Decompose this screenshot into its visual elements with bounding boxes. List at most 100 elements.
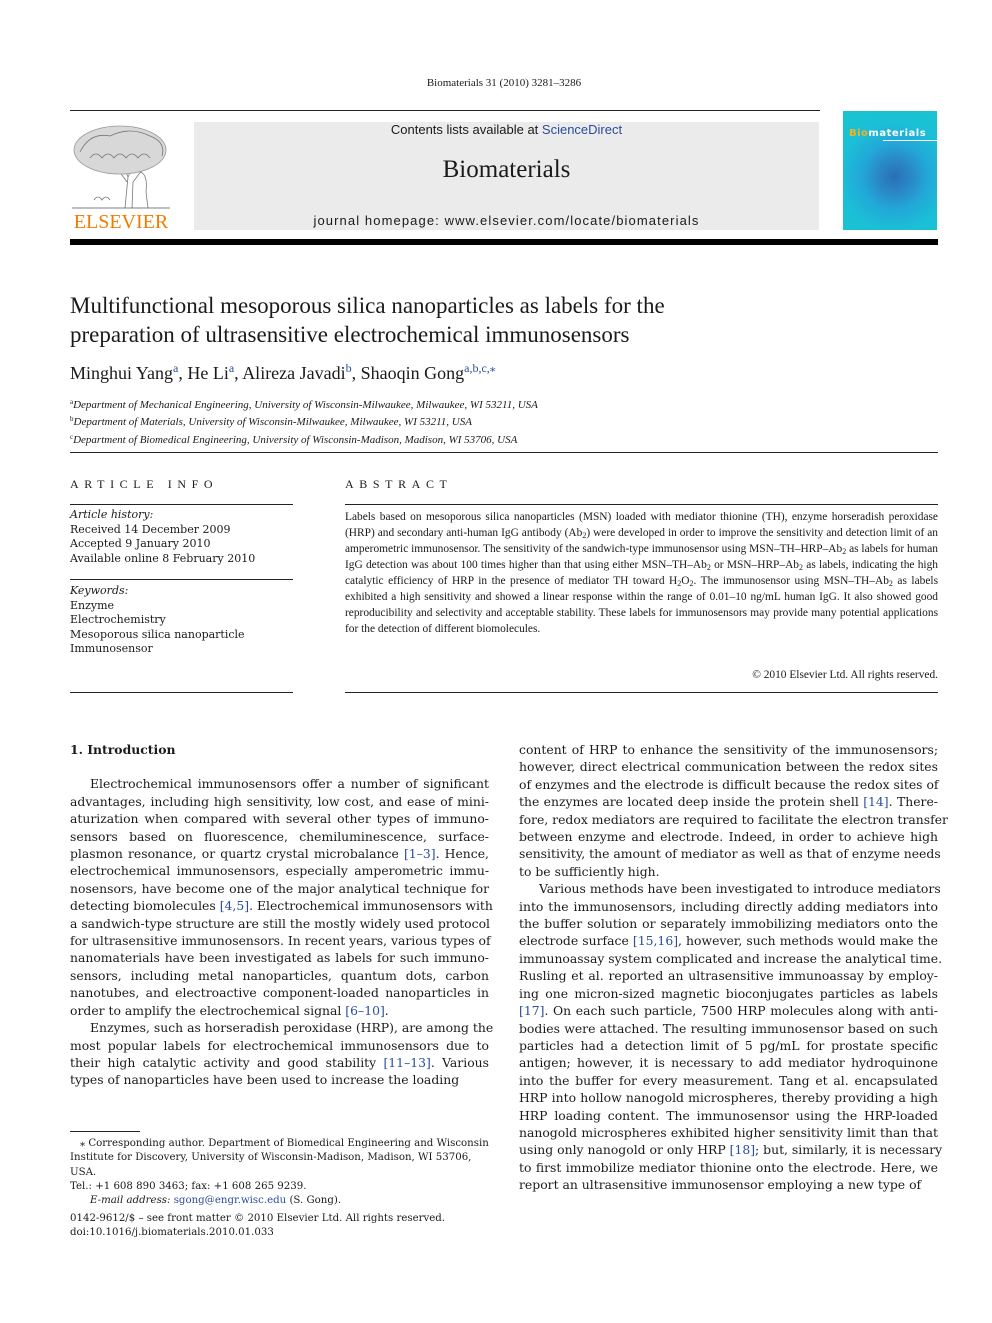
email-suffix: (S. Gong).	[286, 1195, 342, 1207]
author-affiliation-link[interactable]: b	[346, 361, 352, 375]
email-link[interactable]: sgong@engr.wisc.edu	[174, 1195, 287, 1206]
divider	[345, 504, 938, 505]
text-line: content of HRP to enhance the sensitivit…	[519, 742, 938, 757]
cover-title: Biomaterials	[849, 128, 926, 139]
affiliation-text: Department of Biomedical Engineering, Un…	[73, 433, 518, 446]
cover-title-highlight: Bio	[849, 128, 869, 139]
text-fragment: using only nanogold or only HRP	[519, 1142, 730, 1158]
text-line: to be sufficiently high.	[519, 863, 660, 879]
affiliation-text: Department of Materials, University of W…	[73, 416, 472, 429]
affiliation: aDepartment of Mechanical Engineering, U…	[70, 395, 538, 412]
sciencedirect-link[interactable]: ScienceDirect	[542, 122, 622, 137]
text-line: sensitivity, the amount of mediator as w…	[519, 846, 941, 862]
divider	[70, 452, 938, 453]
text-fragment: ; but, similarly, it is necessary	[755, 1142, 943, 1158]
keywords-label: Keywords:	[70, 584, 129, 597]
cover-title-rest: materials	[868, 128, 927, 139]
contents-prefix: Contents lists available at	[390, 122, 542, 137]
citation-link[interactable]: [15,16]	[633, 933, 678, 948]
text-line: for ultrasensitive immunosensors. In rec…	[70, 933, 491, 949]
citation-link[interactable]: [14]	[863, 794, 888, 809]
citation-link[interactable]: [4,5]	[220, 898, 249, 913]
text-line: a sandwich-type structure are still the …	[70, 915, 490, 931]
text-line: into the immunosensors, including direct…	[519, 898, 938, 914]
text-line: bodies were attached. The resulting immu…	[519, 1020, 938, 1036]
email-label: E-mail address:	[90, 1195, 174, 1207]
citation-link[interactable]: [18]	[730, 1142, 755, 1157]
history-item: Available online 8 February 2010	[70, 551, 256, 565]
text-fragment: detecting biomolecules	[70, 898, 220, 914]
journal-cover-thumbnail[interactable]: Biomaterials	[843, 111, 937, 230]
section-heading: 1. Introduction	[70, 742, 176, 757]
text-line: sensors based on fluorescence, chemilumi…	[70, 828, 489, 844]
text-line: Enzymes, such as horseradish peroxidase …	[90, 1020, 494, 1036]
article-history: Article history: Received 14 December 20…	[70, 508, 255, 566]
footnote-rule	[70, 1131, 140, 1132]
keyword: Electrochemistry	[70, 613, 166, 626]
abstract-copyright: © 2010 Elsevier Ltd. All rights reserved…	[752, 669, 938, 681]
affiliation: cDepartment of Biomedical Engineering, U…	[70, 430, 538, 447]
header-thick-rule	[70, 239, 938, 245]
corresponding-author-footnote: ⁎ Corresponding author. Department of Bi…	[70, 1137, 489, 1208]
divider	[70, 692, 293, 693]
author[interactable]: Shaoqin Gong	[361, 363, 465, 383]
text-fragment: . Electrochemical immunosensors with	[249, 898, 493, 914]
text-line: the enzymes are located deep inside the …	[519, 793, 938, 810]
author-affiliation-link[interactable]: a	[229, 361, 234, 375]
text-line: immunoassay system complicated and incre…	[519, 950, 943, 966]
abstract-heading: ABSTRACT	[345, 477, 453, 491]
author[interactable]: He Li	[187, 363, 228, 383]
issn-line: 0142-9612/$ – see front matter © 2010 El…	[70, 1213, 446, 1224]
author-affiliation-link[interactable]: a,b,c,⁎	[464, 361, 496, 375]
abstract-fragment: O	[681, 575, 690, 587]
footnote-email-line: E-mail address: sgong@engr.wisc.edu (S. …	[70, 1194, 489, 1208]
elsevier-tree-icon	[72, 125, 170, 209]
author[interactable]: Alireza Javadi	[242, 363, 345, 383]
author[interactable]: Minghui Yang	[70, 363, 173, 383]
text-fragment: . Various	[430, 1054, 489, 1070]
text-fragment: .	[384, 1002, 389, 1018]
body-column-left: 1. Introduction Electrochemical immunose…	[70, 741, 494, 1089]
doi-link[interactable]: doi:10.1016/j.biomaterials.2010.01.033	[70, 1226, 445, 1240]
divider	[70, 579, 293, 580]
article-title: Multifunctional mesoporous silica nanopa…	[70, 291, 930, 349]
footnote-line: Tel.: +1 608 890 3463; fax: +1 608 265 9…	[70, 1180, 307, 1192]
history-item: Accepted 9 January 2010	[70, 537, 211, 550]
text-line: particles had a detection limit of 5 pg/…	[519, 1037, 938, 1053]
footnote-line: Institute for Discovery, University of W…	[70, 1152, 472, 1178]
text-fragment: plasmon resonance, or quartz crystal mic…	[70, 846, 404, 862]
text-line: electrochemical immunosensors, especiall…	[70, 863, 489, 879]
affiliation-text: Department of Mechanical Engineering, Un…	[73, 399, 538, 411]
text-line: nosensors, have become one of the major …	[70, 880, 489, 896]
text-line: most popular labels for electrochemical …	[70, 1037, 489, 1053]
article-info-heading: ARTICLE INFO	[70, 477, 219, 491]
text-fragment: . Hence,	[435, 846, 489, 862]
text-line: plasmon resonance, or quartz crystal mic…	[70, 845, 489, 862]
author-list: Minghui Yanga, He Lia, Alireza Javadib, …	[70, 361, 496, 383]
text-fragment: order to amplify the electrochemical sig…	[70, 1002, 346, 1018]
text-line: using only nanogold or only HRP [18]; bu…	[519, 1141, 942, 1158]
author-affiliation-link[interactable]: a	[173, 361, 178, 375]
text-line: sensors, including metal nanoparticles, …	[70, 967, 489, 983]
journal-header-box: Contents lists available at ScienceDirec…	[194, 122, 819, 230]
keyword: Immunosensor	[70, 642, 153, 655]
cover-rule	[883, 140, 937, 141]
citation-link[interactable]: [17]	[519, 1003, 544, 1018]
text-line: ing one micron-sized magnetic bioconjuga…	[519, 985, 938, 1001]
text-line: aturization when compared with several o…	[70, 811, 489, 827]
body-column-right: content of HRP to enhance the sensitivit…	[519, 741, 948, 1194]
header-top-rule	[70, 110, 820, 111]
text-line: Electrochemical immunosensors offer a nu…	[90, 776, 489, 792]
citation-link[interactable]: [11–13]	[383, 1055, 430, 1070]
history-item: Received 14 December 2009	[70, 522, 231, 536]
abstract-fragment: or MSN–HRP–Ab	[710, 559, 800, 571]
abstract-fragment: . The immunosensor using MSN–TH–Ab	[693, 575, 889, 587]
text-line: electrode surface [15,16], however, such…	[519, 932, 938, 949]
citation-link[interactable]: [6–10]	[345, 1003, 385, 1018]
journal-homepage-link[interactable]: journal homepage: www.elsevier.com/locat…	[194, 213, 819, 228]
text-line: the buffer solution or separately immobi…	[519, 916, 938, 932]
keywords: Keywords: Enzyme Electrochemistry Mesopo…	[70, 584, 245, 657]
citation-link[interactable]: [1–3]	[404, 846, 436, 861]
elsevier-logo[interactable]: ELSEVIER	[70, 122, 172, 234]
text-line: nanogold microspheres exhibited higher s…	[519, 1124, 938, 1140]
